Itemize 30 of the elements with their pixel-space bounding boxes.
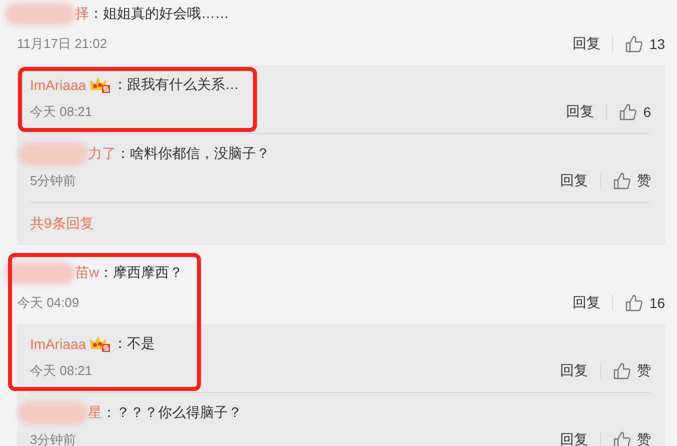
like-button[interactable]: 赞 xyxy=(613,172,651,190)
comment-text: ：？？？你么得脑子？ xyxy=(102,404,242,422)
thumbs-up-icon xyxy=(613,172,631,190)
like-button[interactable]: 赞 xyxy=(613,431,651,446)
reply-link[interactable]: 回复 xyxy=(560,172,588,190)
comment-text: ：姐姐真的好会哦…… xyxy=(89,5,229,23)
comment-text: ：跟我有什么关系… xyxy=(113,76,240,94)
timestamp: 今天 08:21 xyxy=(30,362,92,380)
reply-link[interactable]: 回复 xyxy=(566,103,594,121)
like-button[interactable]: 16 xyxy=(625,294,665,312)
timestamp: 今天 04:09 xyxy=(17,294,80,312)
reply-link[interactable]: 回复 xyxy=(572,294,600,312)
like-button[interactable]: 赞 xyxy=(613,362,651,380)
thumbs-up-icon xyxy=(625,294,644,312)
reply-link[interactable]: 回复 xyxy=(560,431,588,446)
like-button[interactable]: 13 xyxy=(625,35,665,53)
timestamp: 今天 08:21 xyxy=(30,103,92,121)
reply-link[interactable]: 回复 xyxy=(560,362,588,380)
comment-text: ：摩西摩西？ xyxy=(99,264,184,282)
timestamp: 5分钟前 xyxy=(30,172,76,190)
like-button[interactable]: 6 xyxy=(619,103,651,121)
reply-link[interactable]: 回复 xyxy=(572,35,600,53)
thumbs-up-icon xyxy=(613,431,631,446)
thumbs-up-icon xyxy=(613,362,631,380)
timestamp: 3分钟前 xyxy=(30,431,76,446)
thumbs-up-icon xyxy=(625,35,644,53)
comment-text: ：啥料你都信，没脑子？ xyxy=(116,145,270,163)
thumbs-up-icon xyxy=(619,103,638,121)
comment-text: ：不是 xyxy=(113,335,156,353)
timestamp: 11月17日 21:02 xyxy=(17,35,108,53)
